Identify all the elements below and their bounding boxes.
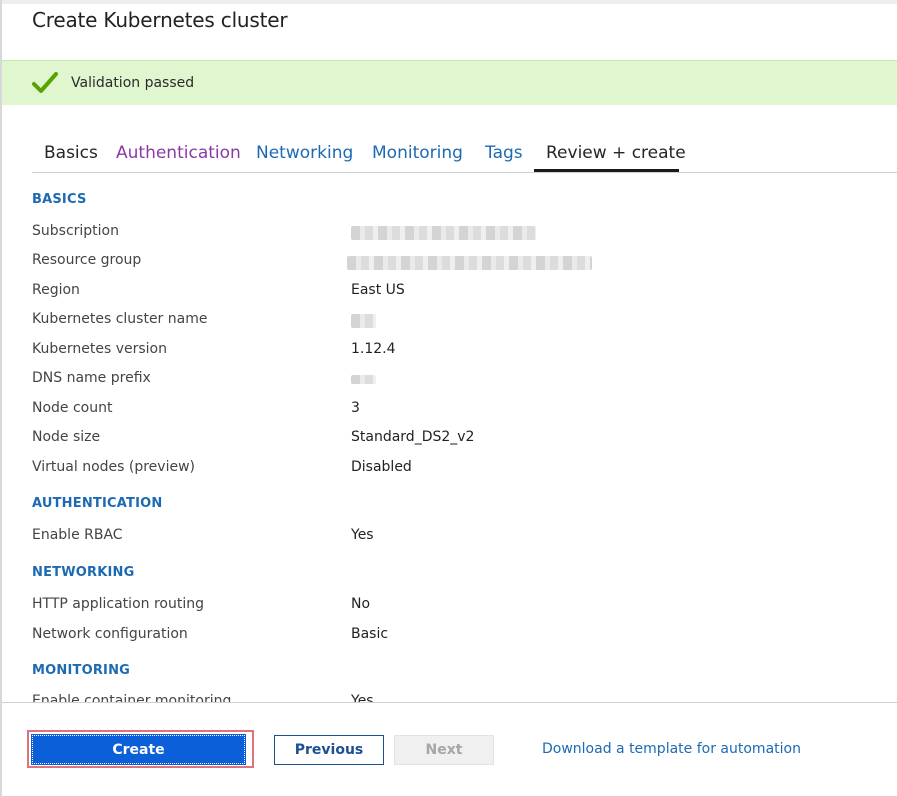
label-container-monitoring: Enable container monitoring — [32, 693, 232, 702]
previous-button[interactable]: Previous — [274, 735, 384, 765]
redacted-dns-prefix-value — [351, 375, 376, 384]
create-button[interactable]: Create — [31, 734, 246, 765]
validation-banner: Validation passed — [2, 60, 897, 105]
label-node-count: Node count — [32, 400, 113, 416]
value-virtual-nodes: Disabled — [351, 459, 412, 475]
section-heading-monitoring: MONITORING — [32, 663, 131, 678]
label-subscription: Subscription — [32, 223, 119, 239]
checkmark-icon — [32, 72, 58, 93]
section-heading-networking: NETWORKING — [32, 565, 135, 580]
value-network-configuration: Basic — [351, 626, 389, 642]
next-button[interactable]: Next — [394, 735, 494, 765]
label-http-routing: HTTP application routing — [32, 596, 204, 612]
page-title: Create Kubernetes cluster — [32, 8, 288, 32]
label-node-size: Node size — [32, 429, 101, 445]
value-enable-rbac: Yes — [351, 527, 374, 543]
tab-networking[interactable]: Networking — [256, 143, 353, 163]
redacted-subscription-value — [351, 226, 536, 240]
redacted-cluster-name-value — [351, 314, 376, 328]
tab-authentication[interactable]: Authentication — [116, 143, 241, 163]
tab-tags[interactable]: Tags — [485, 143, 523, 163]
redacted-resource-group-value — [347, 256, 592, 270]
value-http-routing: No — [351, 596, 371, 612]
label-region: Region — [32, 282, 80, 298]
label-cluster-name: Kubernetes cluster name — [32, 311, 208, 327]
tab-monitoring[interactable]: Monitoring — [372, 143, 463, 163]
value-node-count: 3 — [351, 400, 360, 416]
label-network-configuration: Network configuration — [32, 626, 188, 642]
page-top-border — [0, 0, 897, 4]
section-heading-basics: BASICS — [32, 192, 87, 207]
label-virtual-nodes: Virtual nodes (preview) — [32, 459, 195, 475]
download-template-link[interactable]: Download a template for automation — [542, 741, 801, 757]
value-node-size: Standard_DS2_v2 — [351, 429, 475, 445]
label-enable-rbac: Enable RBAC — [32, 527, 123, 543]
value-kubernetes-version: 1.12.4 — [351, 341, 396, 357]
footer-divider — [2, 702, 897, 703]
validation-message: Validation passed — [71, 75, 195, 91]
label-dns-prefix: DNS name prefix — [32, 370, 151, 386]
value-region: East US — [351, 282, 405, 298]
section-heading-authentication: AUTHENTICATION — [32, 496, 163, 511]
active-tab-indicator — [534, 169, 679, 172]
label-kubernetes-version: Kubernetes version — [32, 341, 167, 357]
review-summary[interactable]: BASICS Subscription Resource group Regio… — [0, 176, 897, 702]
tab-basics[interactable]: Basics — [44, 143, 98, 163]
value-container-monitoring: Yes — [351, 693, 374, 702]
tabs-divider — [32, 172, 897, 173]
label-resource-group: Resource group — [32, 252, 142, 268]
tab-review-create[interactable]: Review + create — [546, 143, 686, 163]
